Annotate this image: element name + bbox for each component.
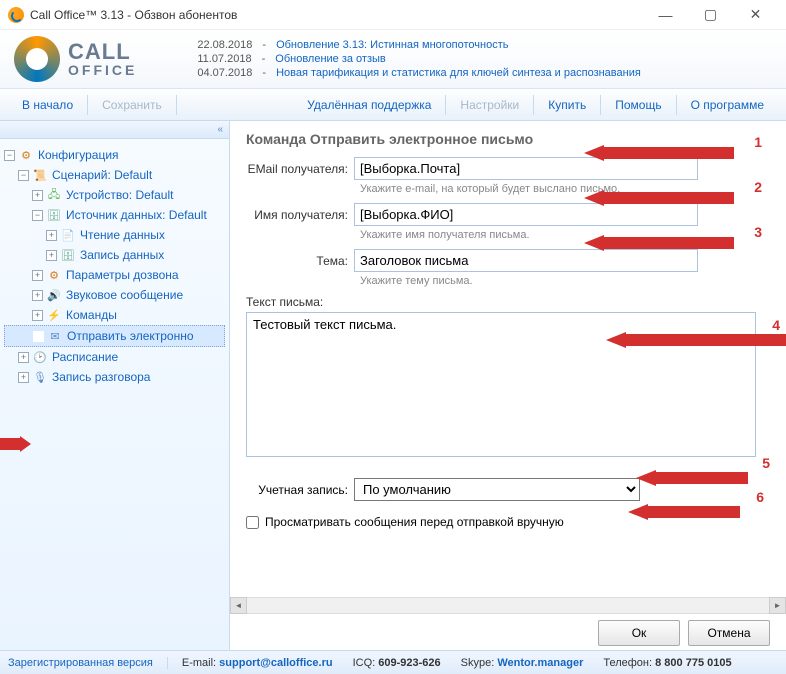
annotation-5: 5 (762, 455, 770, 471)
tree-sound[interactable]: +🔊Звуковое сообщение (4, 285, 225, 305)
status-email: E-mail: support@calloffice.ru (182, 657, 333, 669)
minimize-button[interactable]: — (643, 1, 688, 29)
news-item: 04.07.2018 - Новая тарификация и статист… (197, 67, 640, 79)
account-select[interactable]: По умолчанию (354, 478, 640, 501)
page-icon: 📄 (60, 227, 76, 243)
annotation-3: 3 (754, 224, 762, 240)
speaker-icon: 🔊 (46, 287, 62, 303)
logo: CALL OFFICE (14, 36, 137, 82)
news-link[interactable]: Обновление за отзыв (275, 53, 386, 65)
account-label: Учетная запись: (246, 483, 354, 497)
tree-record[interactable]: +🎙Запись разговора (4, 367, 225, 387)
toolbar-settings[interactable]: Настройки (448, 94, 531, 116)
status-skype: Skype: Wentor.manager (461, 657, 584, 669)
news-item: 22.08.2018 - Обновление 3.13: Истинная м… (197, 39, 640, 51)
subject-input[interactable] (354, 249, 698, 272)
annotation-2: 2 (754, 179, 762, 195)
sidebar-collapse[interactable]: « (0, 121, 229, 139)
status-registered[interactable]: Зарегистрированная версия (8, 657, 168, 669)
titlebar: Call Office™ 3.13 - Обзвон абонентов — ▢… (0, 0, 786, 30)
logo-text-call: CALL (68, 41, 137, 63)
toolbar-save[interactable]: Сохранить (90, 94, 174, 116)
clock-icon: 🕑 (32, 349, 48, 365)
toolbar-home[interactable]: В начало (10, 94, 85, 116)
body-label: Текст письма: (246, 295, 770, 309)
header: CALL OFFICE 22.08.2018 - Обновление 3.13… (0, 30, 786, 89)
device-icon: 🖧 (46, 187, 62, 203)
tree-write[interactable]: +🗄Запись данных (4, 245, 225, 265)
annotation-4: 4 (772, 317, 780, 333)
flash-icon: ⚡ (46, 307, 62, 323)
email-hint: Укажите e-mail, на который будет выслано… (360, 183, 770, 195)
gear-icon: ⚙ (18, 147, 34, 163)
gear-icon: ⚙ (46, 267, 62, 283)
tree-config[interactable]: −⚙Конфигурация (4, 145, 225, 165)
tree-schedule[interactable]: +🕑Расписание (4, 347, 225, 367)
news-link[interactable]: Новая тарификация и статистика для ключе… (276, 67, 641, 79)
toolbar: В начало Сохранить Удалённая поддержка Н… (0, 89, 786, 121)
annotation-pointer (0, 436, 32, 452)
sidebar: « −⚙Конфигурация −📜Сценарий: Default +🖧У… (0, 121, 230, 650)
window-title: Call Office™ 3.13 - Обзвон абонентов (30, 8, 643, 22)
form-heading: Команда Отправить электронное письмо (246, 131, 770, 147)
news-date: 11.07.2018 (197, 53, 251, 65)
news-link[interactable]: Обновление 3.13: Истинная многопоточност… (276, 39, 508, 51)
subject-label: Тема: (246, 254, 354, 268)
preview-checkbox[interactable] (246, 516, 259, 529)
tree-view[interactable]: −⚙Конфигурация −📜Сценарий: Default +🖧Уст… (0, 139, 229, 650)
toolbar-about[interactable]: О программе (679, 94, 776, 116)
body-textarea[interactable] (246, 312, 756, 457)
name-input[interactable] (354, 203, 698, 226)
preview-label: Просматривать сообщения перед отправкой … (265, 515, 564, 529)
tree-source[interactable]: −🗄Источник данных: Default (4, 205, 225, 225)
content-scrollbar[interactable]: ◄ ► (230, 597, 786, 614)
tree-device[interactable]: +🖧Устройство: Default (4, 185, 225, 205)
name-hint: Укажите имя получателя письма. (360, 229, 770, 241)
logo-icon (14, 36, 60, 82)
app-icon (8, 7, 24, 23)
news-date: 04.07.2018 (197, 67, 252, 79)
status-email-link[interactable]: support@calloffice.ru (219, 657, 332, 669)
name-label: Имя получателя: (246, 208, 354, 222)
status-phone: Телефон: 8 800 775 0105 (603, 657, 731, 669)
toolbar-help[interactable]: Помощь (603, 94, 673, 116)
news-item: 11.07.2018 - Обновление за отзыв (197, 53, 640, 65)
database-icon: 🗄 (46, 207, 62, 223)
scroll-left-button[interactable]: ◄ (230, 597, 247, 614)
close-button[interactable]: ✕ (733, 1, 778, 29)
toolbar-buy[interactable]: Купить (536, 94, 598, 116)
annotation-6: 6 (756, 489, 764, 505)
tree-dial[interactable]: +⚙Параметры дозвона (4, 265, 225, 285)
news-list: 22.08.2018 - Обновление 3.13: Истинная м… (197, 39, 640, 79)
cancel-button[interactable]: Отмена (688, 620, 770, 646)
annotation-1: 1 (754, 134, 762, 150)
window-controls: — ▢ ✕ (643, 1, 778, 29)
logo-text-office: OFFICE (68, 63, 137, 77)
mic-icon: 🎙 (32, 369, 48, 385)
tree-commands[interactable]: +⚡Команды (4, 305, 225, 325)
news-date: 22.08.2018 (197, 39, 252, 51)
content-panel: Команда Отправить электронное письмо EMa… (230, 121, 786, 650)
database-icon: 🗄 (60, 247, 76, 263)
script-icon: 📜 (32, 167, 48, 183)
statusbar: Зарегистрированная версия E-mail: suppor… (0, 650, 786, 674)
toolbar-remote[interactable]: Удалённая поддержка (295, 94, 443, 116)
tree-sendmail[interactable]: ✉Отправить электронно (4, 325, 225, 347)
scroll-right-button[interactable]: ► (769, 597, 786, 614)
tree-read[interactable]: +📄Чтение данных (4, 225, 225, 245)
tree-scenario[interactable]: −📜Сценарий: Default (4, 165, 225, 185)
status-icq: ICQ: 609-923-626 (353, 657, 441, 669)
maximize-button[interactable]: ▢ (688, 1, 733, 29)
email-label: EMail получателя: (246, 162, 354, 176)
mail-icon: ✉ (47, 328, 63, 344)
status-skype-link[interactable]: Wentor.manager (497, 657, 583, 669)
ok-button[interactable]: Ок (598, 620, 680, 646)
subject-hint: Укажите тему письма. (360, 275, 770, 287)
email-input[interactable] (354, 157, 698, 180)
